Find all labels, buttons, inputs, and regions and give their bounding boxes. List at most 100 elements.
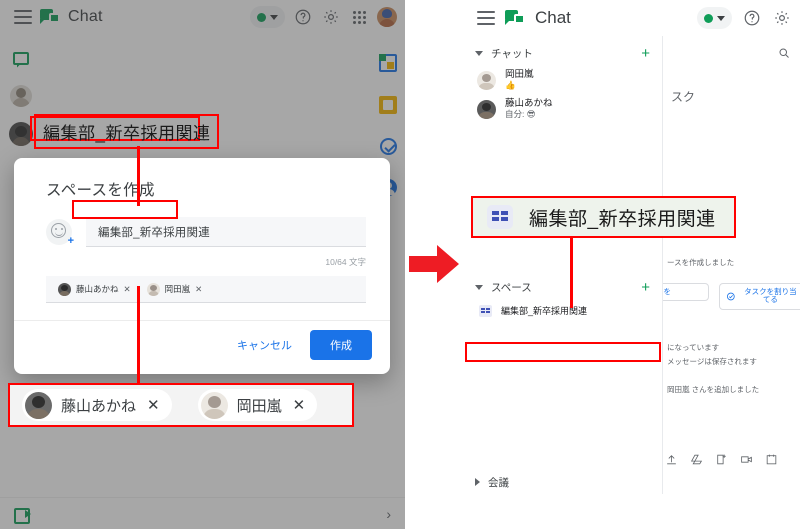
sidebar-item-space[interactable]: 編集部_新卒採用関連 bbox=[463, 300, 662, 321]
add-chat-icon[interactable]: + bbox=[641, 46, 650, 61]
dm-preview: 👍 bbox=[505, 80, 516, 91]
chevron-down-icon bbox=[717, 15, 725, 21]
callout-space-label: 編集部_新卒採用関連 bbox=[529, 208, 716, 230]
highlight-space-name bbox=[72, 200, 178, 219]
google-tasks-icon[interactable] bbox=[379, 138, 397, 155]
member-chip[interactable]: 藤山あかね ✕ bbox=[54, 280, 135, 299]
remove-member-icon[interactable]: ✕ bbox=[195, 284, 202, 295]
callout-created-space: 編集部_新卒採用関連 bbox=[471, 196, 736, 238]
apps-grid-icon[interactable] bbox=[349, 7, 369, 27]
chat-bubble-icon[interactable] bbox=[9, 46, 33, 70]
left-panel-google-chat: Chat › スペースを作成 + 編集部_新卒採用関連 10/64 文字 藤山あ… bbox=[0, 0, 405, 529]
dm-preview: 自分: 😎 bbox=[505, 109, 536, 120]
search-icon[interactable] bbox=[778, 46, 790, 64]
dialog-actions: キャンセル 作成 bbox=[233, 330, 372, 360]
gear-icon[interactable] bbox=[321, 7, 341, 27]
section-label: チャット bbox=[491, 47, 533, 60]
system-message: になっています bbox=[667, 343, 720, 352]
callout-space-name: 編集部_新卒採用関連 bbox=[34, 114, 220, 149]
status-selector[interactable] bbox=[697, 7, 732, 29]
member-avatar bbox=[200, 391, 228, 419]
suggestion-label: ルを bbox=[663, 287, 671, 296]
member-avatar bbox=[58, 282, 71, 296]
member-name: 藤山あかね bbox=[76, 284, 119, 294]
callout-member-chip: 藤山あかね ✕ bbox=[22, 389, 172, 421]
section-header-chat[interactable]: チャット + bbox=[463, 40, 662, 66]
help-icon[interactable] bbox=[742, 8, 762, 28]
remove-member-icon[interactable]: ✕ bbox=[124, 284, 131, 295]
space-name: 編集部_新卒採用関連 bbox=[501, 306, 588, 316]
remove-member-icon: ✕ bbox=[147, 397, 160, 414]
drive-icon[interactable] bbox=[690, 453, 703, 466]
avatar bbox=[477, 71, 496, 90]
hamburger-menu-icon[interactable] bbox=[14, 10, 32, 24]
section-header-meetings[interactable]: 会議 bbox=[463, 469, 662, 495]
space-name-value: 編集部_新卒採用関連 bbox=[98, 226, 210, 239]
space-grid-icon bbox=[479, 304, 492, 317]
space-grid-icon bbox=[487, 205, 513, 229]
person-avatar-icon-1[interactable] bbox=[9, 84, 33, 108]
add-emoji-icon[interactable]: + bbox=[46, 219, 74, 247]
google-meet-icon[interactable] bbox=[14, 507, 31, 524]
create-button[interactable]: 作成 bbox=[310, 330, 372, 360]
members-input[interactable]: 藤山あかね ✕ 岡田嵐 ✕ bbox=[46, 276, 366, 303]
dm-text: 岡田嵐 👍 bbox=[505, 69, 534, 91]
red-arrow-icon bbox=[409, 245, 459, 283]
google-keep-icon[interactable] bbox=[379, 96, 397, 114]
callout-connector-line-2 bbox=[137, 286, 140, 384]
right-topbar: Chat bbox=[463, 0, 800, 36]
chevron-right-icon bbox=[475, 478, 480, 486]
member-avatar bbox=[146, 282, 160, 296]
google-chat-logo bbox=[40, 8, 60, 26]
remove-member-icon: ✕ bbox=[292, 397, 306, 414]
account-avatar[interactable] bbox=[377, 7, 397, 27]
member-name: 岡田嵐 bbox=[164, 284, 191, 294]
help-icon[interactable] bbox=[293, 7, 313, 27]
app-title: Chat bbox=[68, 8, 103, 25]
compose-toolbar bbox=[665, 453, 778, 466]
expand-chevron-icon[interactable]: › bbox=[386, 506, 391, 522]
chevron-down-icon bbox=[270, 14, 278, 20]
add-space-icon[interactable]: + bbox=[641, 280, 650, 295]
right-content-area: スク ースを作成しました ルを タスクを割り当てる になっています メッセージは… bbox=[663, 36, 800, 494]
suggestion-chip[interactable]: タスクを割り当てる bbox=[719, 283, 800, 310]
section-label: 会議 bbox=[488, 476, 509, 489]
gear-icon[interactable] bbox=[772, 8, 792, 28]
right-panel-google-chat: Chat チャット + 岡田嵐 👍 藤山あかね 自分: 😎 スペース + 編集部… bbox=[463, 0, 800, 529]
sidebar-item-dm[interactable]: 岡田嵐 👍 bbox=[463, 66, 662, 95]
member-name: 岡田嵐 bbox=[236, 397, 282, 415]
callout-member-chip: 岡田嵐 ✕ bbox=[197, 389, 318, 421]
callout-connector-line-3 bbox=[570, 238, 573, 308]
member-chip[interactable]: 岡田嵐 ✕ bbox=[143, 280, 207, 299]
system-message: ースを作成しました bbox=[667, 258, 735, 267]
highlight-space-row bbox=[465, 342, 661, 362]
member-avatar bbox=[25, 391, 52, 419]
chevron-down-icon bbox=[475, 284, 483, 290]
suggestion-chip[interactable]: ルを bbox=[663, 283, 709, 302]
system-message: 岡田嵐 さんを追加しました bbox=[667, 385, 760, 394]
section-header-spaces[interactable]: スペース + bbox=[463, 274, 662, 300]
char-counter: 10/64 文字 bbox=[325, 257, 366, 267]
space-name-input[interactable]: 編集部_新卒採用関連 bbox=[86, 217, 366, 247]
chevron-down-icon bbox=[475, 50, 483, 56]
hamburger-menu-icon[interactable] bbox=[477, 11, 495, 25]
status-selector[interactable] bbox=[250, 6, 285, 28]
suggestion-label: タスクを割り当てる bbox=[744, 287, 797, 305]
right-sidebar: チャット + 岡田嵐 👍 藤山あかね 自分: 😎 スペース + 編集部_新卒採用… bbox=[463, 36, 663, 494]
cancel-button[interactable]: キャンセル bbox=[233, 331, 296, 359]
google-calendar-icon[interactable] bbox=[379, 54, 397, 72]
left-bottom-bar: › bbox=[0, 497, 405, 529]
sidebar-item-dm[interactable]: 藤山あかね 自分: 😎 bbox=[463, 95, 662, 124]
space-name-row: + 編集部_新卒採用関連 bbox=[46, 215, 366, 249]
task-add-icon[interactable] bbox=[715, 453, 728, 466]
google-chat-logo bbox=[505, 9, 525, 27]
video-icon[interactable] bbox=[740, 453, 753, 466]
callout-space-name-label: 編集部_新卒採用関連 bbox=[43, 124, 211, 143]
callout-connector-line-1 bbox=[137, 146, 140, 206]
tab-label-partial: スク bbox=[671, 90, 696, 104]
dm-text: 藤山あかね 自分: 😎 bbox=[505, 98, 553, 120]
app-title: Chat bbox=[535, 8, 571, 27]
system-message: メッセージは保存されます bbox=[667, 357, 757, 366]
calendar-icon[interactable] bbox=[765, 453, 778, 466]
upload-icon[interactable] bbox=[665, 453, 678, 466]
